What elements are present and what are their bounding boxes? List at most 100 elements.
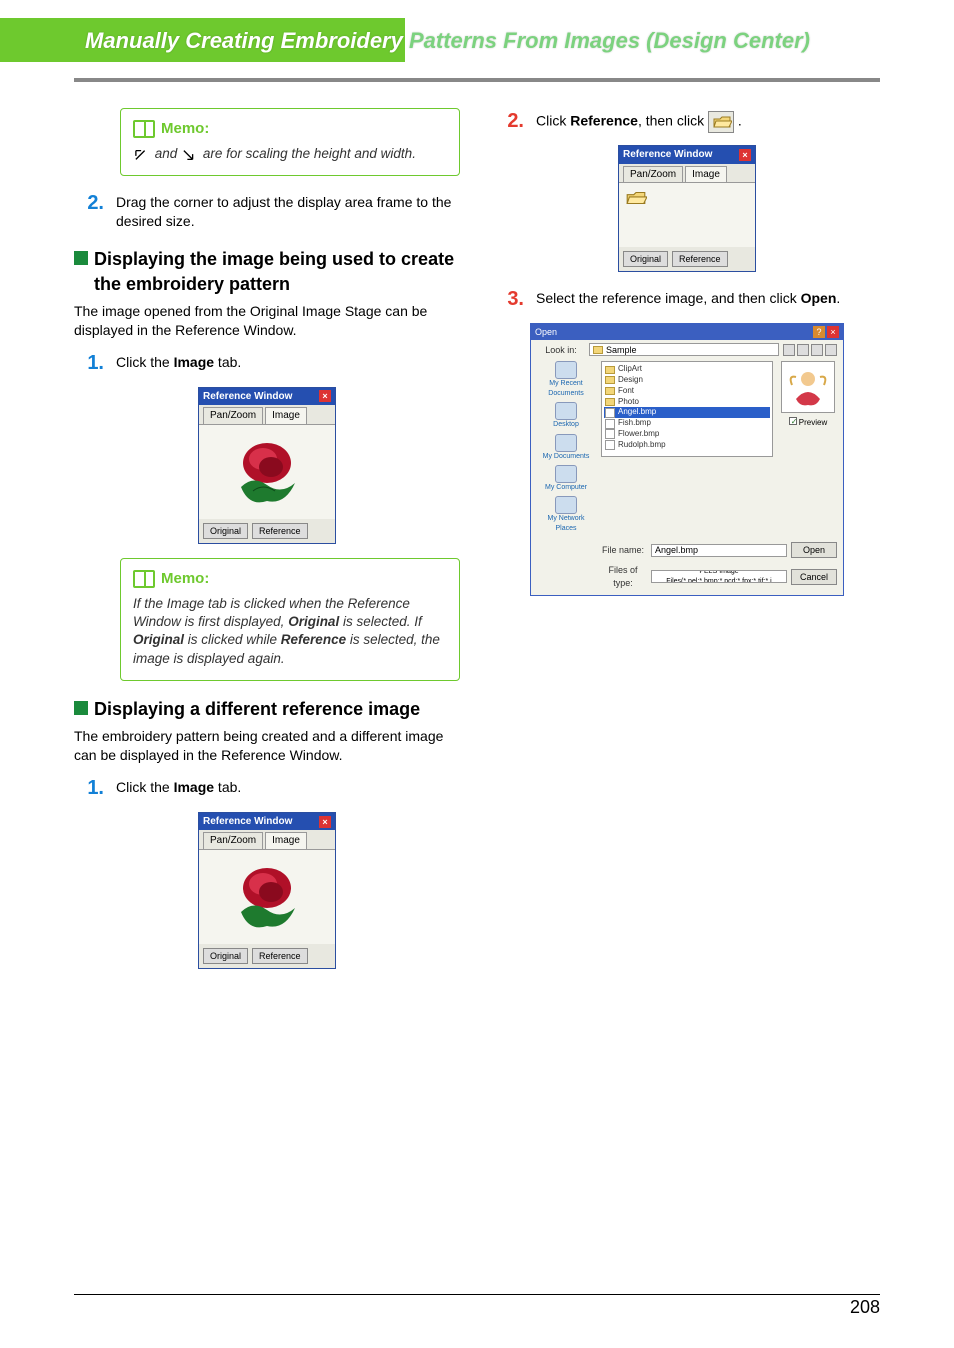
tab-image[interactable]: Image: [265, 407, 307, 424]
preview-checkbox[interactable]: ✓Preview: [789, 417, 827, 429]
mydocs-icon: [555, 434, 577, 452]
memo1-suffix: are for scaling the height and width.: [203, 146, 416, 161]
refwin-titlebar: Reference Window ×: [199, 388, 335, 406]
original-button[interactable]: Original: [623, 251, 668, 267]
file-icon: [605, 408, 615, 418]
figure-refwin-3: Reference Window × Pan/Zoom Image Origin…: [494, 145, 880, 272]
section-square-icon: [74, 251, 88, 265]
side-label: My Documents: [543, 452, 590, 461]
item-label: Rudolph.bmp: [618, 440, 666, 451]
open-folder-icon[interactable]: [625, 189, 647, 207]
cancel-button[interactable]: Cancel: [791, 569, 837, 585]
m2-c: is selected. If: [339, 614, 422, 629]
dialog-sidebar: My Recent Documents Desktop My Documents…: [537, 361, 595, 533]
list-item[interactable]: Flower.bmp: [604, 429, 770, 440]
section-a-paragraph: The image opened from the Original Image…: [74, 302, 460, 340]
arrow-se-icon: [181, 148, 199, 162]
tab-panzoom[interactable]: Pan/Zoom: [623, 166, 683, 183]
page-number: 208: [850, 1297, 880, 1318]
folder-icon: [605, 366, 615, 374]
close-icon[interactable]: ×: [319, 816, 331, 828]
list-item[interactable]: ClipArt: [604, 364, 770, 375]
reference-button[interactable]: Reference: [252, 948, 308, 964]
header-title-faded: Patterns From Images (Design Center): [409, 28, 810, 53]
m2-e: is clicked while: [184, 632, 281, 647]
side-mynet[interactable]: My Network Places: [537, 496, 595, 533]
header-title-white: Manually Creating Embroidery: [85, 28, 403, 53]
step1b-b: Image: [174, 779, 214, 795]
memo-body: and are for scaling the height and width…: [133, 145, 447, 163]
step1a-c: tab.: [214, 354, 241, 370]
list-item-selected[interactable]: Angel.bmp: [604, 407, 770, 418]
dialog-window-controls[interactable]: ?×: [813, 326, 839, 338]
nav-icons[interactable]: [783, 344, 837, 356]
side-recent[interactable]: My Recent Documents: [537, 361, 595, 398]
side-mycomp[interactable]: My Computer: [537, 465, 595, 492]
mynet-icon: [555, 496, 577, 514]
original-button[interactable]: Original: [203, 523, 248, 539]
filetype-field[interactable]: PELS Image Files(*.pel;*.bmp;*.pcd;*.fpx…: [651, 570, 787, 583]
side-label: Desktop: [553, 420, 579, 429]
content-area: Memo: and are for scaling the height and…: [74, 100, 880, 1288]
reference-window: Reference Window × Pan/Zoom Image: [198, 812, 336, 969]
r2-a: Click: [536, 113, 570, 129]
list-item[interactable]: Rudolph.bmp: [604, 440, 770, 451]
step-body: Select the reference image, and then cli…: [536, 286, 880, 313]
side-label: My Recent Documents: [537, 379, 595, 398]
memo-header: Memo:: [133, 569, 447, 589]
tab-image[interactable]: Image: [265, 832, 307, 849]
left-column: Memo: and are for scaling the height and…: [74, 100, 460, 1288]
filename-field[interactable]: Angel.bmp: [651, 544, 787, 557]
m2-b: Original: [288, 614, 339, 629]
close-icon[interactable]: ×: [739, 149, 751, 161]
step-body: Click Reference, then click .: [536, 108, 880, 135]
step-body: Drag the corner to adjust the display ar…: [116, 190, 460, 231]
section-a-title: Displaying the image being used to creat…: [94, 247, 460, 296]
list-item[interactable]: Fish.bmp: [604, 418, 770, 429]
step-2-right: 2. Click Reference, then click .: [494, 108, 880, 135]
m2-d: Original: [133, 632, 184, 647]
recent-icon: [555, 361, 577, 379]
tab-image[interactable]: Image: [685, 166, 727, 183]
refwin-footer: Original Reference: [619, 247, 755, 271]
item-label: Angel.bmp: [618, 407, 656, 418]
refwin-body: [199, 425, 335, 519]
step-2-left: 2. Drag the corner to adjust the display…: [74, 190, 460, 231]
open-dialog: Open ?× Look in: Sample My Recent Doc: [530, 323, 844, 596]
side-desktop[interactable]: Desktop: [537, 402, 595, 429]
step1a-b: Image: [174, 354, 214, 370]
refwin-footer: Original Reference: [199, 944, 335, 968]
tab-panzoom[interactable]: Pan/Zoom: [203, 407, 263, 424]
step-1a: 1. Click the Image tab.: [74, 350, 460, 377]
tab-panzoom[interactable]: Pan/Zoom: [203, 832, 263, 849]
file-list[interactable]: ClipArt Design Font Photo Angel.bmp Fish…: [601, 361, 773, 457]
open-button[interactable]: Open: [791, 542, 837, 558]
list-item[interactable]: Photo: [604, 397, 770, 408]
refwin-footer: Original Reference: [199, 519, 335, 543]
lookin-row: Look in: Sample: [531, 340, 843, 359]
open-folder-icon[interactable]: [708, 111, 734, 133]
refwin-tabs: Pan/Zoom Image: [199, 405, 335, 425]
section-square-icon: [74, 701, 88, 715]
side-mydocs[interactable]: My Documents: [537, 434, 595, 461]
memo-box-2: Memo: If the Image tab is clicked when t…: [120, 558, 460, 681]
horizontal-rule: [74, 78, 880, 82]
step-number: 1.: [74, 350, 104, 377]
refwin-titlebar: Reference Window ×: [619, 146, 755, 164]
list-item[interactable]: Design: [604, 375, 770, 386]
original-button[interactable]: Original: [203, 948, 248, 964]
section-b-paragraph: The embroidery pattern being created and…: [74, 727, 460, 765]
step-number: 2.: [494, 108, 524, 135]
item-label: Photo: [618, 397, 639, 408]
r3-b: Open: [801, 290, 837, 306]
book-icon: [133, 120, 155, 138]
item-label: Design: [618, 375, 643, 386]
rose-image: [205, 856, 329, 938]
header: Manually Creating Embroidery Patterns Fr…: [0, 0, 954, 62]
reference-button[interactable]: Reference: [252, 523, 308, 539]
list-item[interactable]: Font: [604, 386, 770, 397]
reference-button[interactable]: Reference: [672, 251, 728, 267]
filetype-row: Files of type: PELS Image Files(*.pel;*.…: [531, 561, 843, 594]
close-icon[interactable]: ×: [319, 390, 331, 402]
lookin-field[interactable]: Sample: [589, 343, 779, 356]
